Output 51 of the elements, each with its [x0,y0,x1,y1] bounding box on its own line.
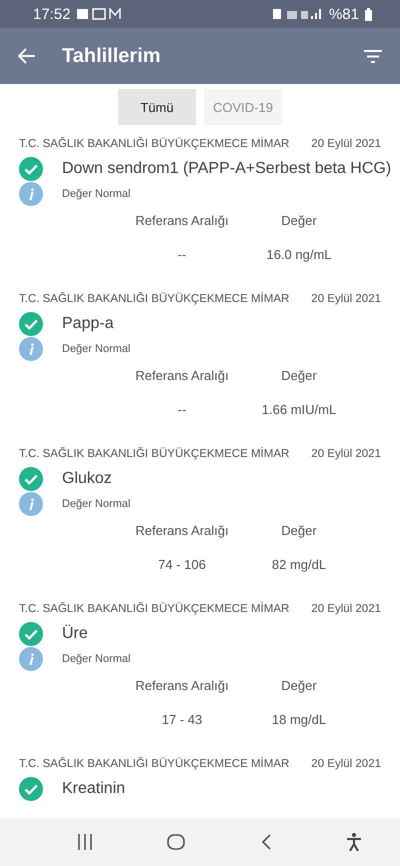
reference-range: -- [176,246,188,264]
column-label: Referans Aralığı [134,676,230,695]
hospital-name: T.C. SAĞLIK BAKANLIĞI BÜYÜKÇEKMECE MİMAR [19,448,290,460]
column-label: Değer [280,522,318,540]
result-value: 18 mg/dL [270,710,328,729]
result-date: 20 Eylül 2021 [311,448,381,460]
result-value: 16.0 ng/mL [265,246,333,264]
check-icon [19,312,43,336]
column-label: Referans Aralığı [134,522,230,540]
page-title: Tahlillerim [62,44,162,68]
hospital-name: T.C. SAĞLIK BAKANLIĞI BÜYÜKÇEKMECE MİMAR [19,293,290,305]
result-note: Değer Normal [62,343,130,355]
result-value: 1.66 mIU/mL [260,400,338,418]
battery-percent: %81 [328,6,359,22]
column-label: Referans Aralığı [134,366,230,385]
network-signal-icon [272,8,323,20]
result-date: 20 Eylül 2021 [311,603,381,615]
filter-icon[interactable] [364,50,382,62]
test-name[interactable]: Papp-a [62,315,114,333]
check-icon [19,777,43,801]
battery-icon [365,8,372,20]
check-icon [19,157,43,181]
hospital-name: T.C. SAĞLIK BAKANLIĞI BÜYÜKÇEKMECE MİMAR [19,138,290,150]
accessibility-icon[interactable] [346,833,362,851]
result-note: Değer Normal [62,188,130,200]
check-icon [19,622,43,646]
home-icon[interactable] [167,834,186,850]
result-note: Değer Normal [62,653,130,665]
column-label: Değer [280,366,318,385]
hospital-name: T.C. SAĞLIK BAKANLIĞI BÜYÜKÇEKMECE MİMAR [19,603,290,615]
result-date: 20 Eylül 2021 [311,758,381,770]
reference-range: 17 - 43 [160,710,204,728]
result-date: 20 Eylül 2021 [311,138,381,150]
hospital-name: T.C. SAĞLIK BAKANLIĞI BÜYÜKÇEKMECE MİMAR [19,758,290,770]
back-icon[interactable] [260,834,271,850]
test-name[interactable]: Üre [62,625,88,643]
recent-apps-icon[interactable] [78,834,92,850]
test-name[interactable]: Kreatinin [62,780,126,798]
status-time: 17:52 [33,6,71,22]
result-note: Değer Normal [62,498,130,510]
column-label: Değer [280,676,318,695]
result-date: 20 Eylül 2021 [311,293,381,305]
filter-tab[interactable]: Tümü [118,89,196,125]
reference-range: 74 - 106 [157,556,207,574]
column-label: Değer [280,212,318,230]
column-label: Referans Aralığı [134,212,230,230]
result-value: 82 mg/dL [270,556,328,574]
test-name[interactable]: Down sendrom1 (PAPP-A+Serbest beta HCG) [62,160,392,178]
reference-range: -- [176,400,188,418]
check-icon [19,467,43,491]
test-name[interactable]: Glukoz [62,470,112,488]
